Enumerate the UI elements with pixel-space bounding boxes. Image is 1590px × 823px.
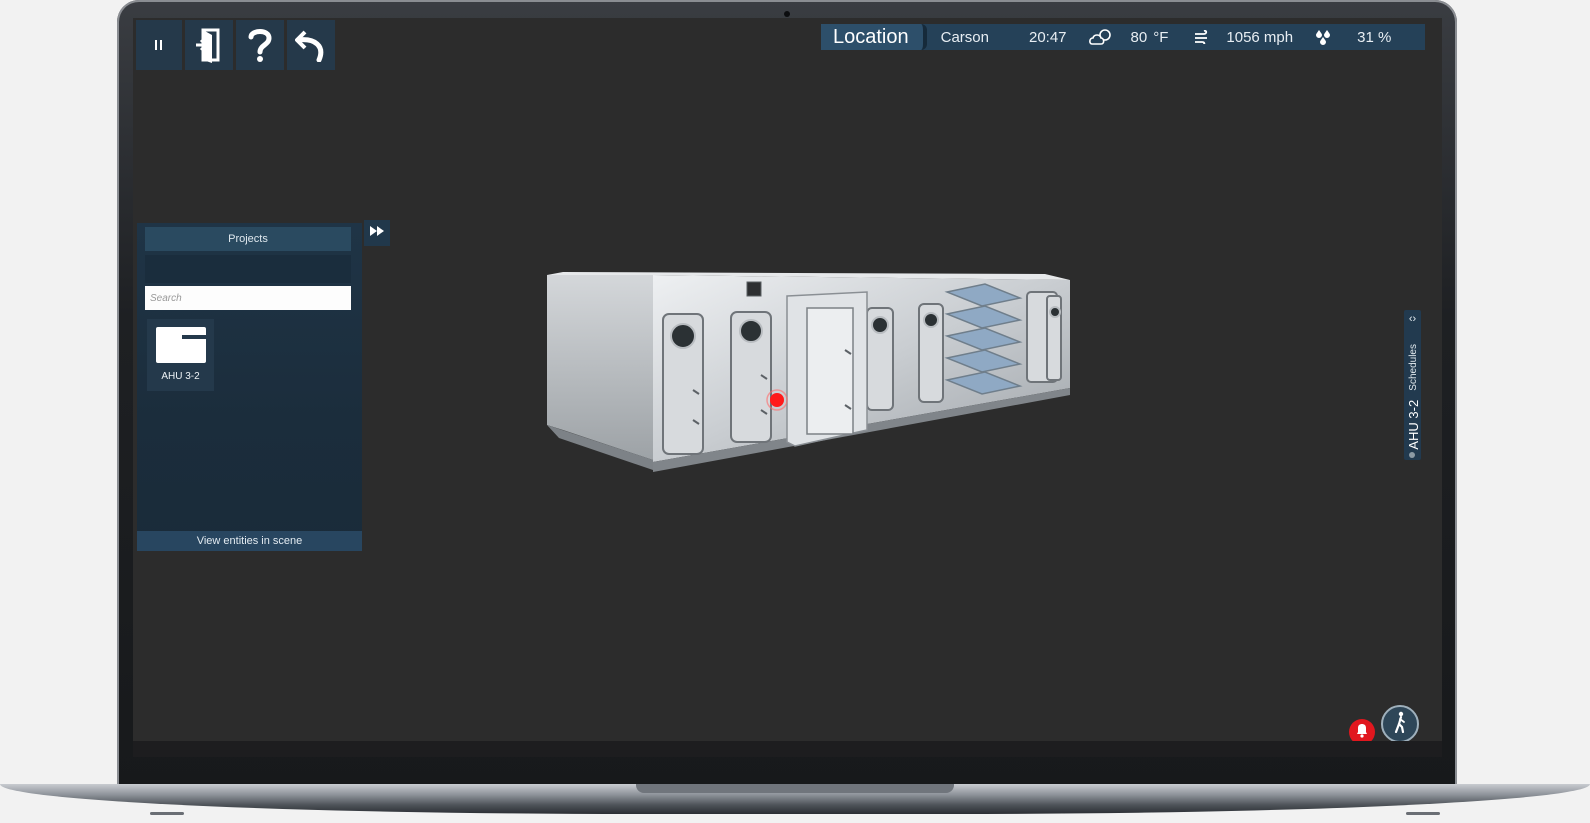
side-tab-text: AHU 3-2 Schedules [1406, 344, 1421, 450]
pause-button[interactable] [136, 20, 182, 70]
top-toolbar [136, 20, 335, 70]
project-item-label: AHU 3-2 [161, 371, 200, 382]
location-button[interactable]: Location [821, 24, 927, 50]
bell-icon [1354, 722, 1370, 743]
walking-person-icon [1392, 711, 1408, 738]
time-value: 20:47 [1028, 28, 1067, 46]
partly-cloudy-icon [1088, 28, 1115, 46]
app-screen: Location Carson 20:47 80 °F 1056 mph 31 … [133, 18, 1442, 757]
wind-icon [1194, 30, 1210, 44]
humidity-value: 31 % [1357, 28, 1392, 46]
project-item-ahu-3-2[interactable]: AHU 3-2 [147, 319, 214, 391]
panel-strip [145, 255, 351, 283]
schedules-side-tab[interactable]: ‹› AHU 3-2 Schedules [1404, 310, 1421, 460]
city-field: Carson [941, 29, 989, 46]
view-entities-button[interactable]: View entities in scene [137, 531, 362, 551]
city-value: Carson [940, 28, 989, 46]
temperature-value: 80 [1130, 28, 1148, 46]
temperature-unit: °F [1153, 28, 1169, 46]
projects-panel: Projects AHU 3-2 View entities in scene [137, 223, 362, 551]
humidity-field: 31 % [1315, 29, 1391, 46]
status-bar: Location Carson 20:47 80 °F 1056 mph 31 … [821, 24, 1425, 50]
humidity-icon [1315, 29, 1331, 45]
walk-mode-button[interactable] [1381, 705, 1419, 743]
time-field: 20:47 [1029, 29, 1067, 46]
screen-bottom-strip [133, 741, 1442, 757]
undo-icon [295, 28, 327, 62]
fast-forward-icon [369, 224, 385, 242]
laptop-foot-left [150, 812, 184, 815]
pause-icon [154, 38, 164, 52]
help-button[interactable] [236, 20, 284, 70]
collapse-panel-button[interactable] [364, 220, 390, 246]
side-tab-title: AHU 3-2 [1406, 400, 1421, 450]
project-search-input[interactable] [145, 286, 351, 310]
camera [784, 11, 790, 17]
exit-door-icon [194, 27, 224, 63]
ahu-3d-model[interactable] [545, 270, 1075, 485]
expand-collapse-icon: ‹› [1408, 313, 1417, 325]
laptop-hinge-notch [636, 784, 954, 793]
laptop-foot-right [1406, 812, 1440, 815]
project-thumbnail-icon [156, 327, 206, 363]
exit-button[interactable] [185, 20, 233, 70]
wind-field: 1056 mph [1194, 29, 1293, 46]
side-tab-subtitle: Schedules [1408, 344, 1419, 392]
status-dot [1409, 452, 1415, 458]
wind-value: 1056 mph [1226, 28, 1294, 46]
projects-tab[interactable]: Projects [145, 227, 351, 251]
temperature-field: 80 °F [1088, 28, 1169, 46]
help-icon [247, 27, 273, 63]
undo-button[interactable] [287, 20, 335, 70]
